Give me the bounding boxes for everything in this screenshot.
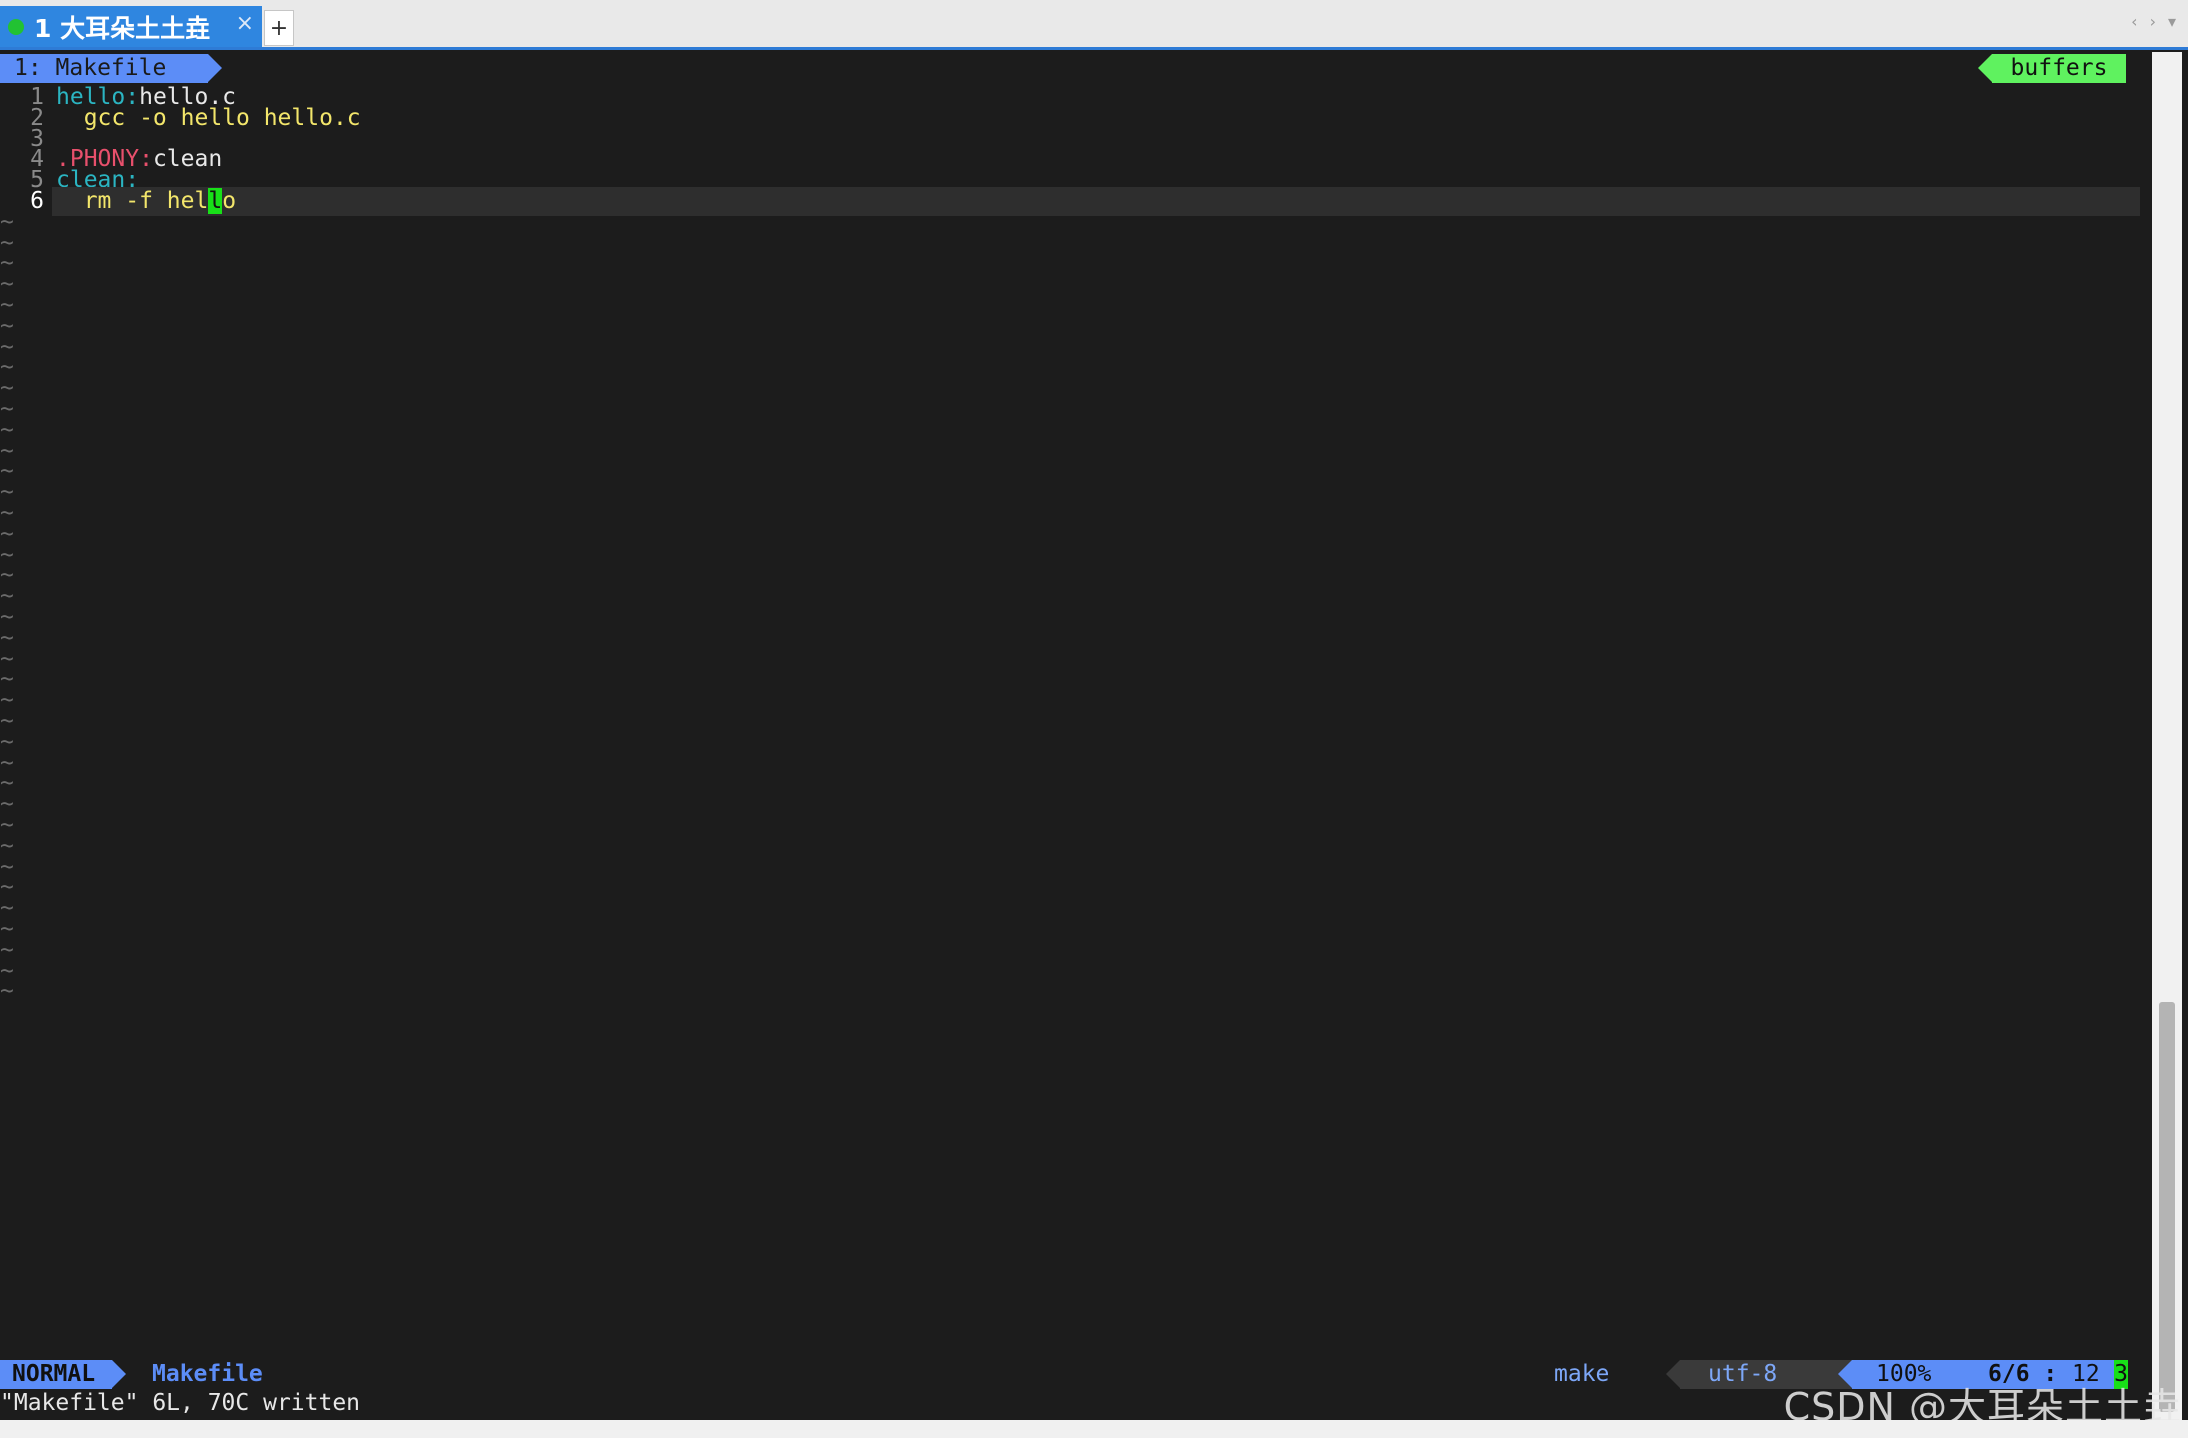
connection-status-icon bbox=[8, 18, 24, 35]
buffers-separator bbox=[1978, 54, 1992, 82]
status-filetype: make bbox=[1554, 1361, 1610, 1387]
tab-session-label: 1 大耳朵土土垚 bbox=[34, 13, 211, 43]
status-encoding: utf-8 bbox=[1708, 1361, 1778, 1387]
tab-navigation: ‹ › ▾ bbox=[2131, 12, 2176, 31]
mode-separator bbox=[112, 1360, 126, 1388]
chevron-right-icon[interactable]: › bbox=[2150, 12, 2156, 31]
buffers-label: buffers bbox=[1992, 54, 2126, 83]
encoding-separator bbox=[1666, 1360, 1680, 1388]
vertical-scrollbar[interactable] bbox=[2152, 52, 2182, 1420]
status-filename: Makefile bbox=[152, 1361, 263, 1387]
vim-editor[interactable]: 1: Makefile buffers 1 hello:hello.c 2 gcc … bbox=[0, 52, 2140, 1418]
empty-line-tilde: ~ bbox=[0, 978, 14, 1005]
text-cursor: l bbox=[208, 188, 223, 214]
code-token: rm -f hel bbox=[56, 188, 209, 214]
tab-session[interactable]: 1 大耳朵土土垚 × bbox=[0, 6, 262, 47]
chevron-left-icon[interactable]: ‹ bbox=[2131, 12, 2137, 31]
terminal-tab-bar: 1 大耳朵土土垚 × + ‹ › ▾ bbox=[0, 0, 2188, 50]
close-icon[interactable]: × bbox=[236, 11, 254, 36]
new-tab-button[interactable]: + bbox=[264, 10, 294, 46]
buffer-tab-separator bbox=[208, 54, 222, 82]
buffer-line: 1: Makefile buffers bbox=[0, 54, 2140, 83]
chevron-down-icon[interactable]: ▾ bbox=[2168, 12, 2176, 31]
code-text[interactable]: rm -f hello bbox=[56, 187, 236, 216]
window-bottom-edge bbox=[0, 1420, 2188, 1438]
buffer-tab-makefile[interactable]: 1: Makefile bbox=[0, 54, 208, 83]
command-line-message: "Makefile" 6L, 70C written bbox=[0, 1390, 361, 1416]
code-line[interactable]: 6 rm -f hello bbox=[0, 187, 2140, 216]
mode-indicator: NORMAL bbox=[0, 1360, 112, 1389]
scrollbar-thumb[interactable] bbox=[2159, 1002, 2175, 1412]
code-token: o bbox=[222, 188, 237, 214]
